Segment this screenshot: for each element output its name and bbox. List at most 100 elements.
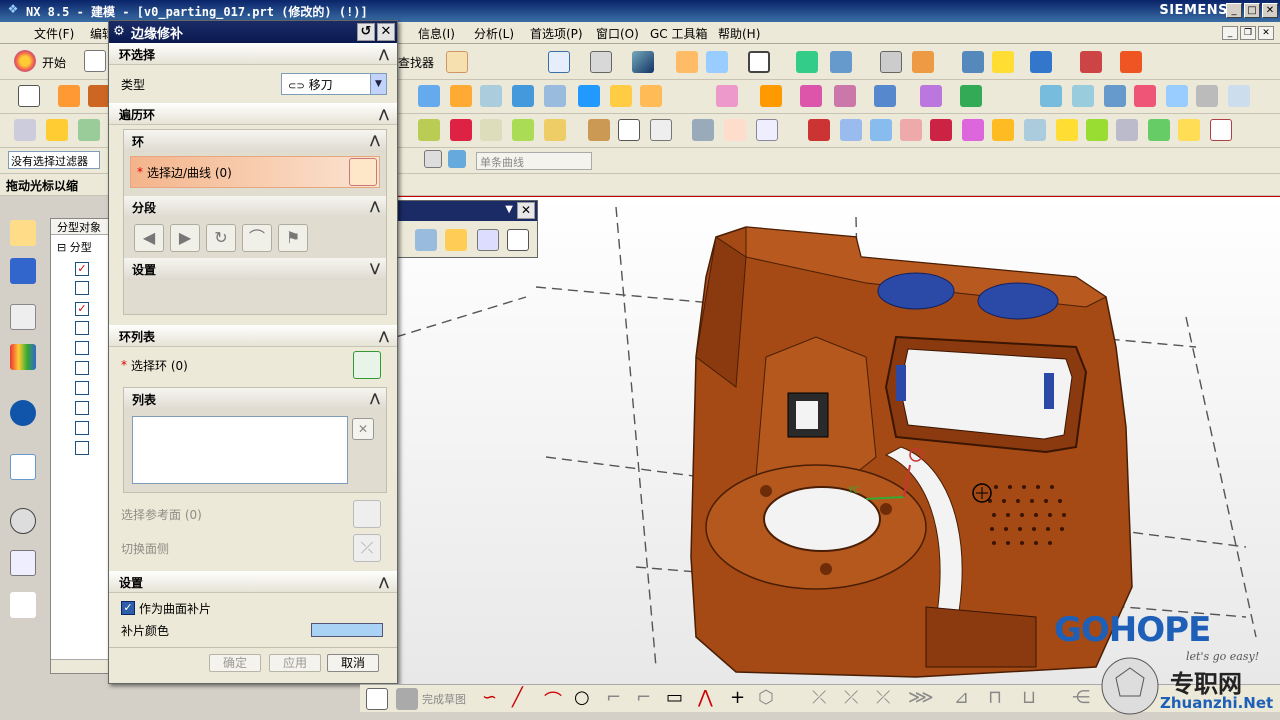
type-filter-dropdown[interactable]: 没有选择过滤器 <box>8 151 100 169</box>
frame-icon[interactable] <box>650 119 672 141</box>
select-loop-icon[interactable] <box>353 351 381 379</box>
law-icon[interactable] <box>1166 85 1188 107</box>
finder-label[interactable]: 查找器 <box>398 54 434 71</box>
tree-row[interactable] <box>75 321 93 338</box>
collapse-icon[interactable]: ⋀ <box>379 47 389 61</box>
dimension-icon[interactable] <box>1120 51 1142 73</box>
start-icon[interactable] <box>14 50 36 72</box>
sew-icon[interactable] <box>588 119 610 141</box>
cavity-icon[interactable] <box>512 119 534 141</box>
studio-spline-icon[interactable]: ⋀ <box>698 687 713 708</box>
doc-icon[interactable] <box>724 119 746 141</box>
chamfer-icon[interactable]: ⌐ <box>636 687 651 708</box>
sync-modeling-icon[interactable] <box>960 85 982 107</box>
close-loop-icon[interactable]: ↻ <box>206 224 236 252</box>
menu-gc-toolbox[interactable]: GC 工具箱 <box>642 25 716 42</box>
subsection-segment[interactable]: 分段 ⋀ <box>124 196 386 218</box>
start-menu-label[interactable]: 开始 <box>42 54 66 71</box>
measure-icon[interactable] <box>1080 51 1102 73</box>
minimize-button[interactable]: _ <box>1226 3 1242 18</box>
combine-icon[interactable] <box>544 85 566 107</box>
tree-row[interactable] <box>75 281 93 298</box>
assembly-icon[interactable] <box>88 85 110 107</box>
tangent-icon[interactable]: ⌒ <box>242 224 272 252</box>
chevron-down-icon[interactable]: ▼ <box>370 74 386 94</box>
dialog-title-bar[interactable]: ⚙ 边缘修补 ↺ ✕ <box>109 21 397 43</box>
select-edge-cube-icon[interactable] <box>349 158 377 186</box>
patch-icon[interactable] <box>450 119 472 141</box>
mdi-restore-button[interactable]: ❐ <box>1240 26 1256 40</box>
mdi-close-button[interactable]: ✕ <box>1258 26 1274 40</box>
direction-icon[interactable] <box>1030 51 1052 73</box>
fillet-icon[interactable] <box>640 85 662 107</box>
display-constraints-icon[interactable]: ⋲ <box>1072 687 1090 708</box>
curve-rule-dropdown[interactable]: 单条曲线 <box>476 152 592 170</box>
navigator-root[interactable]: ⊟ 分型 <box>57 239 92 255</box>
ruled-icon[interactable] <box>1196 85 1218 107</box>
n-sided-icon[interactable] <box>1228 85 1250 107</box>
section-loop-select[interactable]: 环选择 ⋀ <box>109 43 397 65</box>
polygon-icon[interactable]: ⬡ <box>758 687 774 708</box>
make-corner-icon[interactable]: ⤫ <box>876 687 890 708</box>
split-body-icon[interactable] <box>760 85 782 107</box>
offset-curve-icon[interactable]: ⋙ <box>908 687 934 708</box>
select-body-icon[interactable] <box>448 150 466 168</box>
edit-param-icon[interactable] <box>46 119 68 141</box>
tree-row[interactable]: ✓ <box>75 261 93 276</box>
constraint-navigator-icon[interactable] <box>10 258 36 284</box>
patch-color-swatch[interactable] <box>311 623 383 637</box>
section-traverse-loop[interactable]: 遍历环 ⋀ <box>109 103 397 125</box>
shading-icon[interactable] <box>590 51 612 73</box>
as-patch-checkbox[interactable]: ✓ <box>121 601 135 615</box>
quick-trim-icon[interactable]: ⤫ <box>812 687 826 708</box>
sketch-icon[interactable] <box>366 688 388 710</box>
rectangle-sketch-icon[interactable]: ▭ <box>666 687 683 708</box>
section-settings[interactable]: 设置 ⋀ <box>109 571 397 593</box>
apply-button[interactable]: 应用 <box>269 654 321 672</box>
edit-feature-icon[interactable] <box>14 119 36 141</box>
wcs-icon[interactable] <box>706 51 728 73</box>
finder-icon[interactable] <box>446 51 468 73</box>
trim-body-icon[interactable] <box>716 85 738 107</box>
quick-extend-icon[interactable]: ⤫ <box>844 687 858 708</box>
expand-icon[interactable]: ⋁ <box>370 261 380 275</box>
pattern-curve-icon[interactable]: ⊿ <box>954 687 969 708</box>
select-icon[interactable] <box>992 51 1014 73</box>
curve-mesh-icon[interactable] <box>1072 85 1094 107</box>
collapse-icon[interactable]: ⋀ <box>370 199 380 213</box>
system-materials-icon[interactable] <box>10 550 36 576</box>
core-icon[interactable] <box>480 119 502 141</box>
select-edge-curve[interactable]: * 选择边/曲线 (0) <box>130 156 380 188</box>
transform-icon[interactable] <box>830 51 852 73</box>
box-icon[interactable] <box>1178 119 1200 141</box>
maximize-button[interactable]: □ <box>1244 3 1260 18</box>
new-file-icon[interactable] <box>84 50 106 72</box>
floating-toolbar-close-button[interactable]: ✕ <box>517 202 535 219</box>
mirror-curve-icon[interactable]: ⊓ <box>988 687 1002 708</box>
list-icon[interactable] <box>507 229 529 251</box>
select-loop-row[interactable]: * 选择环 (0) <box>109 347 397 383</box>
table-icon[interactable] <box>618 119 640 141</box>
history-icon[interactable] <box>10 454 36 480</box>
tree-row[interactable] <box>75 381 93 398</box>
cancel-button[interactable]: 取消 <box>327 654 379 672</box>
block-icon[interactable] <box>512 85 534 107</box>
point-icon[interactable] <box>962 51 984 73</box>
tool-icon[interactable] <box>1148 119 1170 141</box>
view-orient-icon[interactable] <box>632 51 654 73</box>
collapse-icon[interactable]: ⋀ <box>379 329 389 343</box>
move-feature-icon[interactable] <box>78 119 100 141</box>
wrap-icon[interactable] <box>1056 119 1078 141</box>
next-segment-icon[interactable]: ▶ <box>170 224 200 252</box>
tree-row[interactable] <box>75 421 93 438</box>
arc-icon[interactable]: ⌒ <box>544 687 562 713</box>
ok-button[interactable]: 确定 <box>209 654 261 672</box>
styled-icon[interactable] <box>1134 85 1156 107</box>
mirror-icon[interactable] <box>840 119 862 141</box>
intersect-icon[interactable] <box>834 85 856 107</box>
eye-icon[interactable] <box>692 119 714 141</box>
circle-icon[interactable]: ○ <box>574 687 590 708</box>
red-box-icon[interactable] <box>808 119 830 141</box>
type-dropdown[interactable]: ⊂⊃ 移刀 ▼ <box>281 73 387 95</box>
subsection-loop[interactable]: 环 ⋀ <box>124 130 386 152</box>
